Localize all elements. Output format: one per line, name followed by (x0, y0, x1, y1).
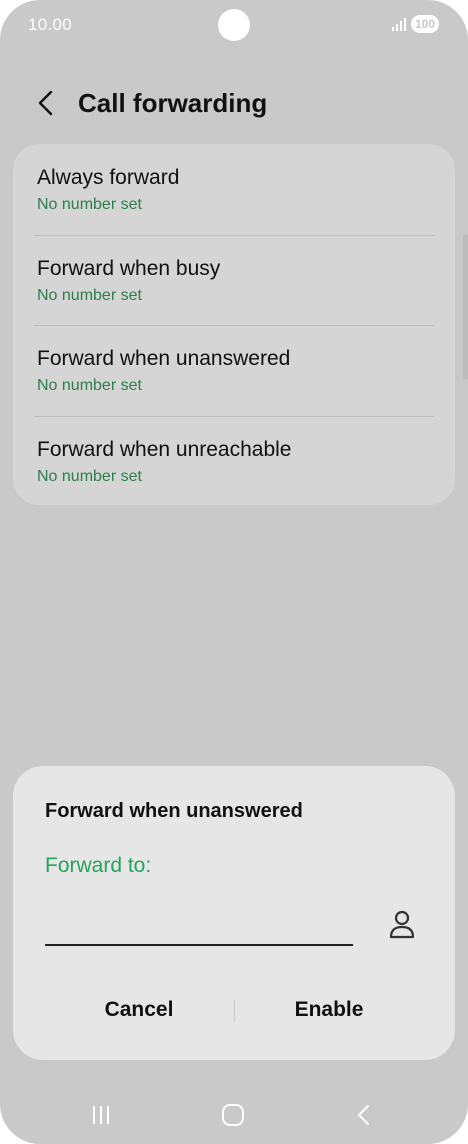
item-title: Always forward (37, 166, 180, 189)
navigation-bar (0, 1090, 468, 1140)
item-title: Forward when unanswered (37, 347, 291, 370)
item-title: Forward when unreachable (37, 438, 292, 461)
enable-button[interactable]: Enable (249, 988, 409, 1032)
chevron-left-icon[interactable] (30, 86, 64, 120)
battery-level: 100 (414, 17, 436, 31)
item-subtitle: No number set (37, 377, 142, 394)
forwarding-options-list: Always forward No number set Forward whe… (13, 144, 455, 505)
recents-icon[interactable] (86, 1102, 116, 1128)
item-title: Forward when busy (37, 257, 221, 280)
list-item-always-forward[interactable]: Always forward No number set (13, 144, 455, 234)
forward-dialog: Forward when unanswered Forward to: Canc… (13, 766, 455, 1060)
cancel-button[interactable]: Cancel (59, 988, 219, 1032)
signal-icon (392, 18, 406, 31)
person-icon[interactable] (387, 908, 417, 940)
dialog-title: Forward when unanswered (45, 800, 303, 822)
home-icon[interactable] (218, 1102, 248, 1128)
list-item-forward-when-unreachable[interactable]: Forward when unreachable No number set (13, 416, 455, 506)
item-subtitle: No number set (37, 196, 142, 213)
phone-screen: 10.00 100 Call forwarding Always forward… (0, 0, 468, 1144)
status-bar: 10.00 100 (0, 0, 468, 50)
back-icon[interactable] (350, 1102, 380, 1128)
item-subtitle: No number set (37, 468, 142, 485)
scroll-handle[interactable] (463, 234, 468, 380)
list-item-forward-when-unanswered[interactable]: Forward when unanswered No number set (13, 325, 455, 415)
forward-to-label: Forward to: (45, 854, 152, 877)
button-separator (234, 1000, 235, 1022)
status-time: 10.00 (28, 15, 73, 34)
header: Call forwarding (0, 80, 468, 128)
battery-icon: 100 (411, 15, 439, 33)
forward-number-input[interactable] (45, 906, 353, 946)
item-subtitle: No number set (37, 287, 142, 304)
list-item-forward-when-busy[interactable]: Forward when busy No number set (13, 235, 455, 325)
front-camera (218, 9, 250, 41)
page-title: Call forwarding (78, 88, 268, 118)
